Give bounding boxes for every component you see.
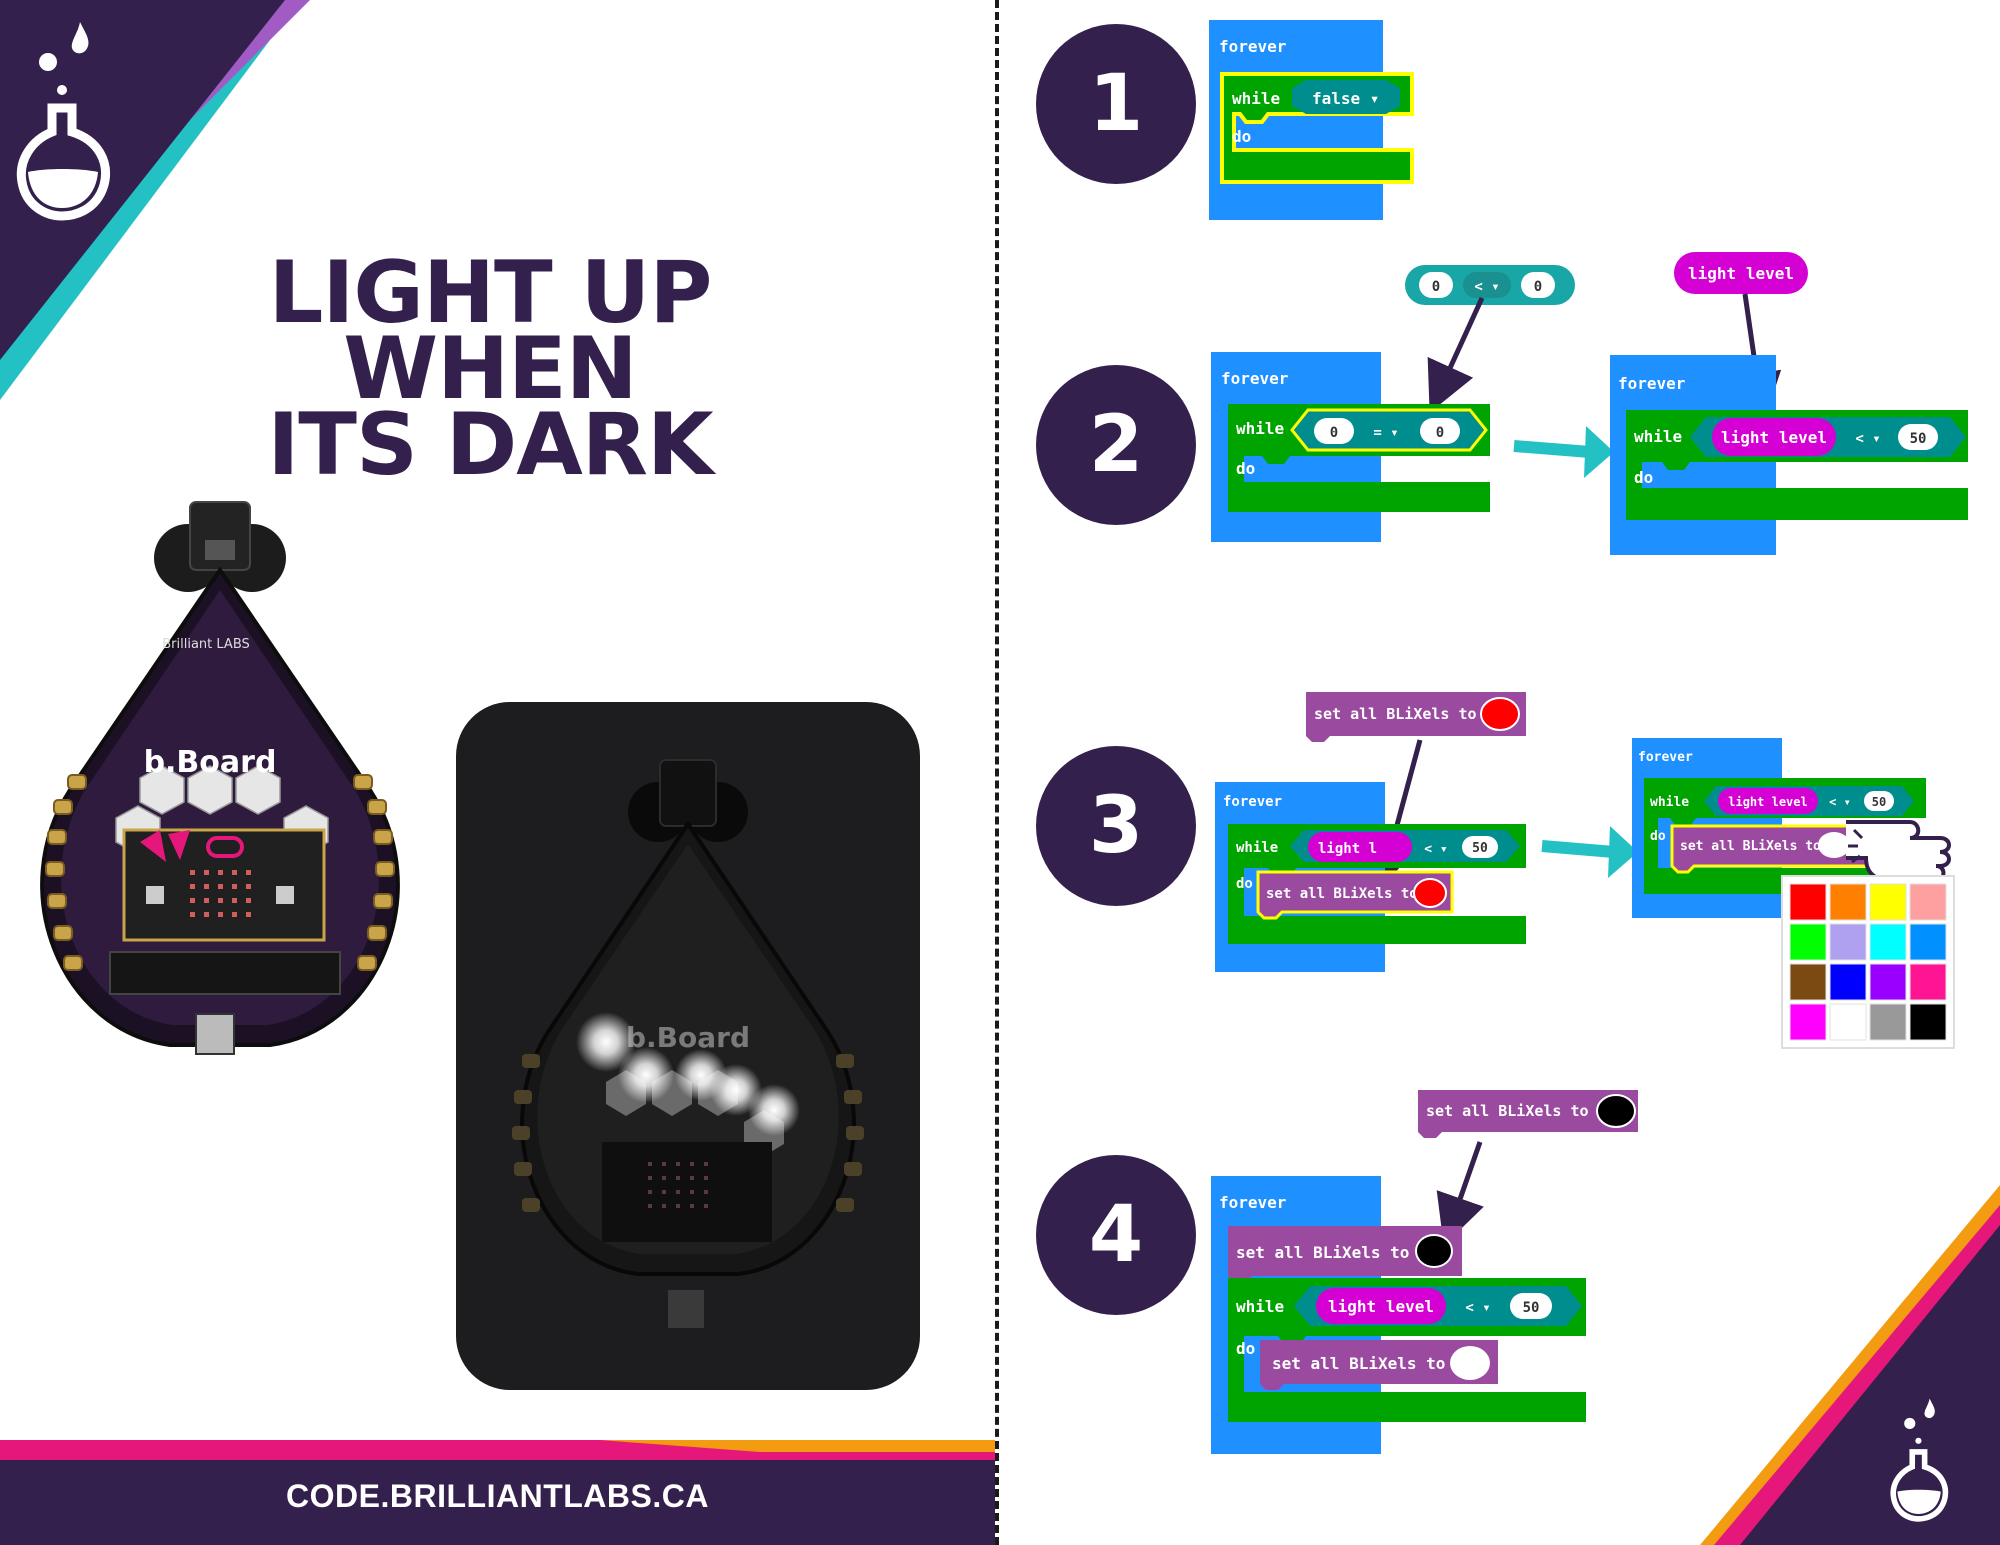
step-2b-lt-op: < ▾: [1855, 431, 1880, 447]
step-4-code: set all BLiXels to forever set all BLiXe…: [1211, 1090, 1638, 1454]
step-3-while: while: [1236, 840, 1278, 856]
palette-swatch[interactable]: [1789, 883, 1827, 921]
right-panel: 1 2 3 4 forever while do false ▾ 0 < ▾ 0…: [1000, 0, 2000, 1545]
left-panel: LIGHT UP WHEN ITS DARK Brilliant LABS b.…: [0, 0, 995, 1545]
palette-swatch[interactable]: [1829, 923, 1867, 961]
step-4-light-level: light level: [1328, 1297, 1434, 1316]
step-3-light-level-partial: light l: [1318, 841, 1377, 857]
step-3b-do: do: [1650, 829, 1666, 844]
palette-swatch[interactable]: [1829, 963, 1867, 1001]
bboard-dark-photo: b.Board: [456, 702, 920, 1390]
palette-swatch[interactable]: [1789, 923, 1827, 961]
palette-swatch[interactable]: [1789, 1003, 1827, 1041]
step-2-forever: forever: [1221, 369, 1288, 388]
step-3b-threshold: 50: [1872, 795, 1886, 809]
palette-swatch[interactable]: [1909, 923, 1947, 961]
step-4-set-all-1: set all BLiXels to: [1236, 1243, 1409, 1262]
step-4-threshold: 50: [1523, 1300, 1540, 1316]
step-4-while: while: [1236, 1297, 1284, 1316]
step-2-pill-left: 0: [1432, 279, 1440, 295]
title-line-2: ITS DARK: [267, 395, 713, 495]
palette-swatch[interactable]: [1829, 1003, 1867, 1041]
board-name: b.Board: [144, 745, 277, 780]
palette-swatch[interactable]: [1869, 1003, 1907, 1041]
step-3b-while: while: [1650, 795, 1689, 810]
step-1-code: forever while do false ▾: [1209, 20, 1414, 220]
step-3-do: do: [1236, 876, 1253, 892]
step-2-while: while: [1236, 419, 1284, 438]
step-1-forever: forever: [1219, 37, 1286, 56]
page-title: LIGHT UP WHEN ITS DARK: [110, 243, 870, 495]
step-4-set-all-2: set all BLiXels to: [1272, 1354, 1445, 1373]
palette-swatch[interactable]: [1789, 963, 1827, 1001]
step-1-condition: false ▾: [1312, 89, 1379, 108]
step-4-forever: forever: [1219, 1193, 1286, 1212]
step-2b-threshold: 50: [1910, 431, 1927, 447]
step-2b-light-level: light level: [1721, 428, 1827, 447]
step-1-do: do: [1232, 127, 1251, 146]
step-3-code: set all BLiXels to forever while do ligh…: [1215, 692, 1955, 1049]
step-2b-forever: forever: [1618, 374, 1685, 393]
step-3-set-all: set all BLiXels to: [1266, 886, 1418, 902]
step-2-compare-op: = ▾: [1373, 425, 1398, 441]
palette-swatch[interactable]: [1909, 1003, 1947, 1041]
palette-swatch[interactable]: [1869, 883, 1907, 921]
bottom-right-corner-decoration: [1700, 1185, 2000, 1545]
step-3b-forever: forever: [1638, 750, 1693, 765]
step-3b-light-level: light level: [1728, 795, 1807, 809]
bboard-illustration: Brilliant LABS b.Board: [40, 501, 400, 1055]
step-3b-set-all: set all BLiXels to: [1680, 839, 1821, 854]
palette-swatch[interactable]: [1869, 963, 1907, 1001]
step-2-code: 0 < ▾ 0 forever while do 0 = ▾ 0 light l…: [1211, 252, 1968, 555]
palette-swatch[interactable]: [1869, 923, 1907, 961]
step-4-do: do: [1236, 1339, 1255, 1358]
palette-swatch[interactable]: [1829, 883, 1867, 921]
color-palette: [1781, 875, 1955, 1049]
step-2-pill-right: 0: [1534, 279, 1542, 295]
palette-swatch[interactable]: [1909, 883, 1947, 921]
step-1-while: while: [1232, 89, 1280, 108]
step-2b-do: do: [1634, 468, 1653, 487]
step-2-compare-left: 0: [1330, 425, 1338, 441]
step-4-floating-set-all: set all BLiXels to: [1426, 1102, 1589, 1120]
step-3-threshold: 50: [1472, 841, 1488, 856]
step-4-lt-op: < ▾: [1465, 1300, 1490, 1316]
step-3-floating-set-all: set all BLiXels to: [1314, 705, 1477, 723]
footer-url: CODE.BRILLIANTLABS.CA: [286, 1478, 709, 1514]
step-2-do: do: [1236, 459, 1255, 478]
step-2b-while: while: [1634, 427, 1682, 446]
step-2-floating-light-level: light level: [1688, 264, 1794, 283]
step-2-compare-right: 0: [1436, 425, 1444, 441]
dashed-divider: [995, 0, 999, 1545]
step-3-forever: forever: [1223, 794, 1282, 810]
step-3-lt-op: < ▾: [1424, 842, 1447, 857]
step-2-pill-op: < ▾: [1474, 279, 1499, 295]
title-line-1: LIGHT UP WHEN: [268, 243, 713, 419]
board-brand: Brilliant LABS: [162, 637, 250, 652]
step-3b-lt-op: < ▾: [1829, 795, 1851, 809]
palette-swatch[interactable]: [1909, 963, 1947, 1001]
